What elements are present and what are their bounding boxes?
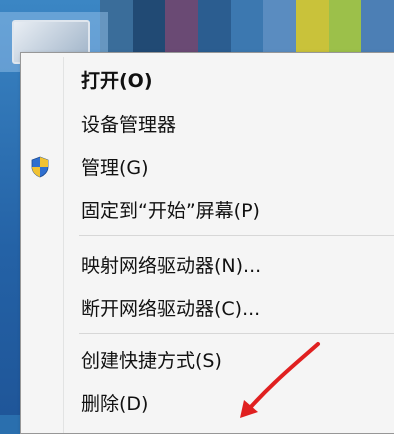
blurred-taskbar-thumbnails (100, 0, 394, 55)
menu-separator (79, 333, 394, 334)
menu-item-disconnect-network-drive[interactable]: 断开网络驱动器(C)... (21, 291, 394, 323)
menu-item-create-shortcut[interactable]: 创建快捷方式(S) (21, 343, 394, 375)
menu-item-pin-to-start[interactable]: 固定到“开始”屏幕(P) (21, 193, 394, 225)
menu-item-delete[interactable]: 删除(D) (21, 386, 394, 418)
menu-separator (79, 235, 394, 236)
menu-item-label: 断开网络驱动器(C)... (81, 297, 261, 320)
menu-item-label: 映射网络驱动器(N)... (81, 254, 262, 277)
menu-item-label: 设备管理器 (81, 113, 177, 136)
context-menu: 打开(O) 设备管理器 管理(G) 固定到“开始”屏幕(P) 映射网络驱动器(N… (20, 52, 394, 434)
menu-item-label: 删除(D) (81, 392, 149, 415)
menu-item-device-manager[interactable]: 设备管理器 (21, 107, 394, 139)
red-annotation-arrow-icon (240, 342, 320, 418)
menu-item-label: 管理(G) (81, 156, 149, 179)
uac-shield-icon (31, 156, 49, 178)
menu-item-manage[interactable]: 管理(G) (21, 150, 394, 182)
menu-item-map-network-drive[interactable]: 映射网络驱动器(N)... (21, 248, 394, 280)
menu-item-label: 固定到“开始”屏幕(P) (81, 199, 260, 222)
menu-item-label: 创建快捷方式(S) (81, 349, 222, 372)
menu-item-label: 打开(O) (81, 69, 153, 92)
menu-item-open[interactable]: 打开(O) (21, 63, 394, 95)
